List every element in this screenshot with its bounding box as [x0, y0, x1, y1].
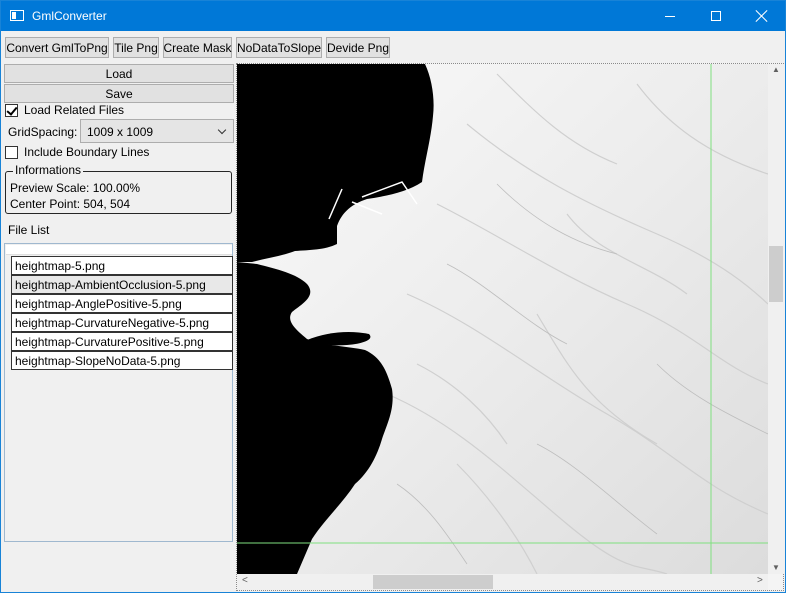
left-panel: Load Save Load Related Files GridSpacing…	[4, 63, 234, 591]
minimize-button[interactable]	[647, 1, 693, 31]
horizontal-scroll-thumb[interactable]	[373, 575, 493, 589]
app-icon	[10, 10, 24, 21]
close-button[interactable]	[739, 1, 785, 31]
include-boundary-lines-checkbox[interactable]: Include Boundary Lines	[5, 144, 205, 160]
grid-spacing-value: 1009 x 1009	[87, 125, 154, 139]
include-boundary-lines-label: Include Boundary Lines	[24, 145, 150, 159]
divide-png-button[interactable]: Devide Png	[326, 37, 390, 58]
maximize-button[interactable]	[693, 1, 739, 31]
list-item[interactable]: heightmap-CurvatureNegative-5.png	[11, 313, 233, 332]
scroll-down-arrow-icon[interactable]: ▼	[772, 563, 780, 572]
save-button[interactable]: Save	[4, 84, 234, 103]
informations-legend: Informations	[13, 163, 84, 177]
close-icon	[756, 10, 768, 22]
center-point-text: Center Point: 504, 504	[10, 197, 131, 211]
toolbar: Convert GmlToPng Tile Png Create Mask No…	[1, 31, 785, 61]
preview-scale-text: Preview Scale: 100.00%	[10, 181, 141, 195]
list-item-selected[interactable]: heightmap-AmbientOcclusion-5.png	[11, 275, 233, 294]
file-list-header	[6, 245, 232, 255]
window-title: GmlConverter	[32, 9, 107, 23]
chevron-down-icon	[217, 125, 227, 135]
file-list[interactable]: heightmap-5.png heightmap-AmbientOcclusi…	[4, 243, 233, 542]
checkbox-unchecked-icon	[5, 145, 18, 159]
app-window: GmlConverter Convert GmlToPng Tile Png C…	[0, 0, 786, 593]
maximize-icon	[711, 11, 721, 21]
list-item[interactable]: heightmap-AnglePositive-5.png	[11, 294, 233, 313]
list-item[interactable]: heightmap-CurvaturePositive-5.png	[11, 332, 233, 351]
list-item[interactable]: heightmap-SlopeNoData-5.png	[11, 351, 233, 370]
nodata-to-slope-button[interactable]: NoDataToSlope	[236, 37, 322, 58]
create-mask-button[interactable]: Create Mask	[163, 37, 232, 58]
horizontal-scrollbar[interactable]: < >	[237, 574, 768, 590]
scroll-up-arrow-icon[interactable]: ▲	[772, 65, 780, 74]
list-item[interactable]: heightmap-5.png	[11, 256, 233, 275]
tile-png-button[interactable]: Tile Png	[113, 37, 159, 58]
load-related-files-checkbox[interactable]: Load Related Files	[5, 102, 205, 118]
grid-spacing-dropdown[interactable]: 1009 x 1009	[80, 119, 234, 143]
heightmap-preview[interactable]: ▲ ▼ < >	[236, 63, 784, 591]
scroll-right-arrow-icon[interactable]: >	[757, 575, 763, 586]
title-bar[interactable]: GmlConverter	[1, 1, 785, 31]
convert-gml-to-png-button[interactable]: Convert GmlToPng	[5, 37, 109, 58]
heightmap-image	[237, 64, 768, 574]
vertical-scroll-thumb[interactable]	[769, 246, 783, 302]
file-list-label: File List	[8, 223, 50, 237]
minimize-icon	[665, 15, 675, 17]
scroll-left-arrow-icon[interactable]: <	[242, 575, 248, 586]
grid-spacing-label: GridSpacing:	[8, 125, 78, 139]
load-related-files-label: Load Related Files	[24, 103, 125, 117]
vertical-scrollbar[interactable]: ▲ ▼	[768, 64, 784, 574]
checkbox-checked-icon	[5, 103, 18, 117]
load-button[interactable]: Load	[4, 64, 234, 83]
informations-group: Informations Preview Scale: 100.00% Cent…	[5, 163, 232, 214]
